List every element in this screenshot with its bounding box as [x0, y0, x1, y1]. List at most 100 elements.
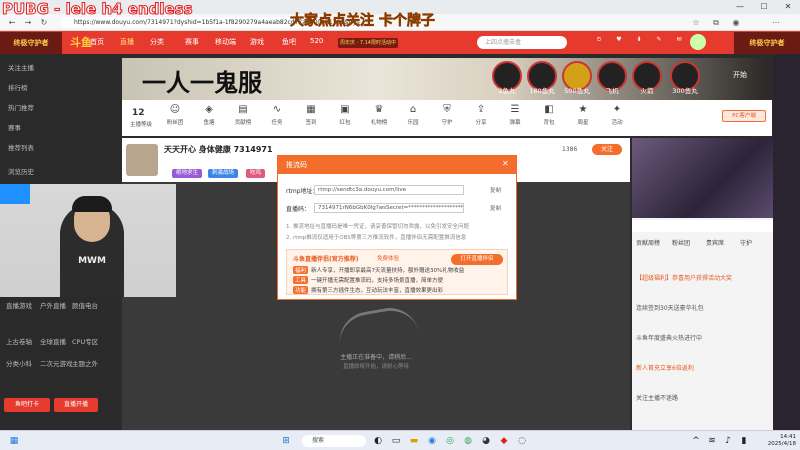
battery-icon[interactable]: ▮ [738, 435, 750, 447]
sidebar-bottom-item[interactable]: 上古卷轴 [6, 336, 32, 346]
sidebar-item-list[interactable]: 推荐列表 [8, 142, 34, 152]
close-icon[interactable]: ✕ [502, 159, 509, 168]
room-tag[interactable]: 刺激战场 [208, 169, 239, 178]
nav-live[interactable]: 直播 [120, 37, 134, 47]
sidebar-bottom-item[interactable]: 户外直播 [40, 300, 66, 310]
start-icon[interactable]: ⊞ [280, 435, 292, 447]
maximize-button[interactable]: ☐ [752, 0, 776, 14]
wechat-icon[interactable]: ◍ [462, 435, 474, 447]
pc-client-button[interactable]: PC客户端 [722, 110, 766, 122]
sidebar-bottom-item[interactable]: 主题之外 [72, 358, 98, 368]
sidebar-item-events[interactable]: 赛事 [8, 122, 21, 132]
sidebar-item-follow[interactable]: 关注主播 [8, 62, 34, 72]
event-banner[interactable]: 一人一鬼服 2鱼丸 180鱼丸 500鱼丸 飞机 火箭 300鱼丸 开始 [122, 58, 765, 100]
tool-task[interactable]: ∿ 任务 [262, 104, 292, 126]
douyu-app-icon[interactable]: ◆ [498, 435, 510, 447]
server-field[interactable]: rtmp://sendtc3a.douyu.com/live [314, 185, 464, 195]
room-tag[interactable]: 吃鸡 [246, 169, 266, 178]
nav-category[interactable]: 分类 [150, 37, 164, 47]
app-icon[interactable]: ◐ [372, 435, 384, 447]
nav-games[interactable]: 游戏 [250, 37, 264, 47]
tool-checkin[interactable]: ▦ 签到 [296, 104, 326, 126]
wifi-icon[interactable]: ≋ [706, 435, 718, 447]
refresh-icon[interactable]: ↻ [38, 17, 50, 28]
tool-share[interactable]: ⇪ 分享 [466, 104, 496, 126]
tool-danmu[interactable]: ☰ 弹幕 [500, 104, 530, 126]
minimize-button[interactable]: — [728, 0, 752, 14]
room-tag[interactable]: 绝地求生 [172, 169, 203, 178]
nav-fishbar[interactable]: 鱼吧 [282, 37, 296, 47]
webcam-overlay: MWM [0, 184, 176, 297]
checkin-button[interactable]: 鱼吧打卡 [4, 398, 50, 412]
site-logo[interactable]: 斗鱼 [70, 34, 92, 50]
streamer-avatar[interactable] [126, 144, 158, 176]
stream-key-field[interactable]: 7314971rN6bGbK0lg?wsSecret=*************… [314, 203, 464, 213]
start-live-button[interactable]: 直播开播 [54, 398, 98, 412]
volume-icon[interactable]: ♪ [722, 435, 734, 447]
side-advert[interactable] [773, 54, 800, 430]
sidebar-item-rank[interactable]: 排行榜 [8, 82, 28, 92]
dragon-promo-image[interactable] [632, 138, 773, 218]
nav-events[interactable]: 赛事 [185, 37, 199, 47]
tool-activity[interactable]: ✦ 活动 [602, 104, 632, 126]
copy-server-link[interactable]: 复制 [490, 186, 501, 194]
tab-fan-club[interactable]: 粉丝团 [672, 238, 690, 247]
chrome-icon[interactable]: ◎ [444, 435, 456, 447]
danmu-icon: ☰ [510, 104, 520, 115]
nav-home[interactable]: 首页 [90, 37, 104, 47]
download-icon[interactable]: ⬇ [632, 36, 646, 43]
folder-icon[interactable]: ▬ [408, 435, 420, 447]
open-companion-button[interactable]: 打开直播伴侣 [451, 254, 503, 265]
profile-icon[interactable]: ◉ [730, 17, 742, 28]
obs-icon[interactable]: ◌ [516, 435, 528, 447]
sidebar-bottom-item[interactable]: 全球直播 [40, 336, 66, 346]
sidebar-bottom-item[interactable]: 直播游戏 [6, 300, 32, 310]
promo-sub[interactable]: 免费体验 [377, 254, 399, 262]
tab-weekly-rank[interactable]: 贡献周榜 [636, 238, 660, 247]
tool-giftrank[interactable]: ♛ 礼物榜 [364, 104, 394, 126]
tool-guard[interactable]: ⛨ 守护 [432, 104, 462, 126]
tool-contrib[interactable]: ▤ 贡献榜 [228, 104, 258, 126]
forward-icon[interactable]: → [22, 17, 34, 28]
sidebar-bottom-item[interactable]: 分类小科 [6, 358, 32, 368]
sidebar-bottom-item[interactable]: 二次元游戏 [40, 358, 73, 368]
create-icon[interactable]: ✎ [652, 36, 666, 43]
extension-icon[interactable]: ⧉ [710, 17, 722, 28]
follow-button[interactable]: 关注 [592, 144, 622, 155]
widgets-icon[interactable]: ▦ [8, 435, 20, 447]
follow-icon[interactable]: ♥ [612, 36, 626, 43]
tool-bag[interactable]: ◧ 背包 [534, 104, 564, 126]
menu-icon[interactable]: ⋯ [770, 17, 782, 28]
taskbar-search[interactable]: 搜索 [302, 435, 366, 447]
tool-redpacket[interactable]: ▣ 红包 [330, 104, 360, 126]
back-icon[interactable]: ← [6, 17, 18, 28]
sidebar-item-recommend[interactable]: 热门推荐 [8, 102, 34, 112]
tab-vip[interactable]: 贵宾席 [706, 238, 724, 247]
app-icon[interactable]: ▭ [390, 435, 402, 447]
sidebar-bottom-item[interactable]: 颜值电台 [72, 300, 98, 310]
tray-chevron-icon[interactable]: ^ [690, 435, 702, 447]
nav-520[interactable]: 520 [310, 37, 323, 45]
user-avatar[interactable] [690, 34, 706, 50]
tool-weekstar[interactable]: ★ 周星 [568, 104, 598, 126]
taskbar-clock[interactable]: 14:41 2025/4/18 [760, 434, 796, 448]
sidebar-item-history[interactable]: 浏览历史 [8, 166, 34, 176]
site-search-input[interactable]: 上四点撞击盒 [477, 36, 567, 49]
close-window-button[interactable]: ✕ [776, 0, 800, 14]
tool-park[interactable]: ⌂ 乐园 [398, 104, 428, 126]
sidebar-bottom-item[interactable]: CPU专区 [72, 336, 98, 346]
nav-mobile[interactable]: 移动端 [215, 37, 236, 47]
tool-fans[interactable]: ☺ 粉丝团 [160, 104, 190, 126]
tab-guard[interactable]: 守护 [740, 238, 752, 247]
tool-pond[interactable]: ◈ 鱼塘 [194, 104, 224, 126]
copy-key-link[interactable]: 复制 [490, 204, 501, 212]
tool-level[interactable]: 主播等级 [126, 120, 156, 128]
message-icon[interactable]: ✉ [672, 36, 686, 43]
gift-start-label[interactable]: 开始 [720, 70, 760, 80]
tool-label: 弹幕 [509, 120, 521, 126]
star-icon[interactable]: ☆ [690, 17, 702, 28]
steam-icon[interactable]: ◕ [480, 435, 492, 447]
history-icon[interactable]: ⏲ [592, 36, 606, 44]
promo-header-badge[interactable]: 周年庆 · 7.14限时活动中 [338, 38, 398, 48]
edge-icon[interactable]: ◉ [426, 435, 438, 447]
